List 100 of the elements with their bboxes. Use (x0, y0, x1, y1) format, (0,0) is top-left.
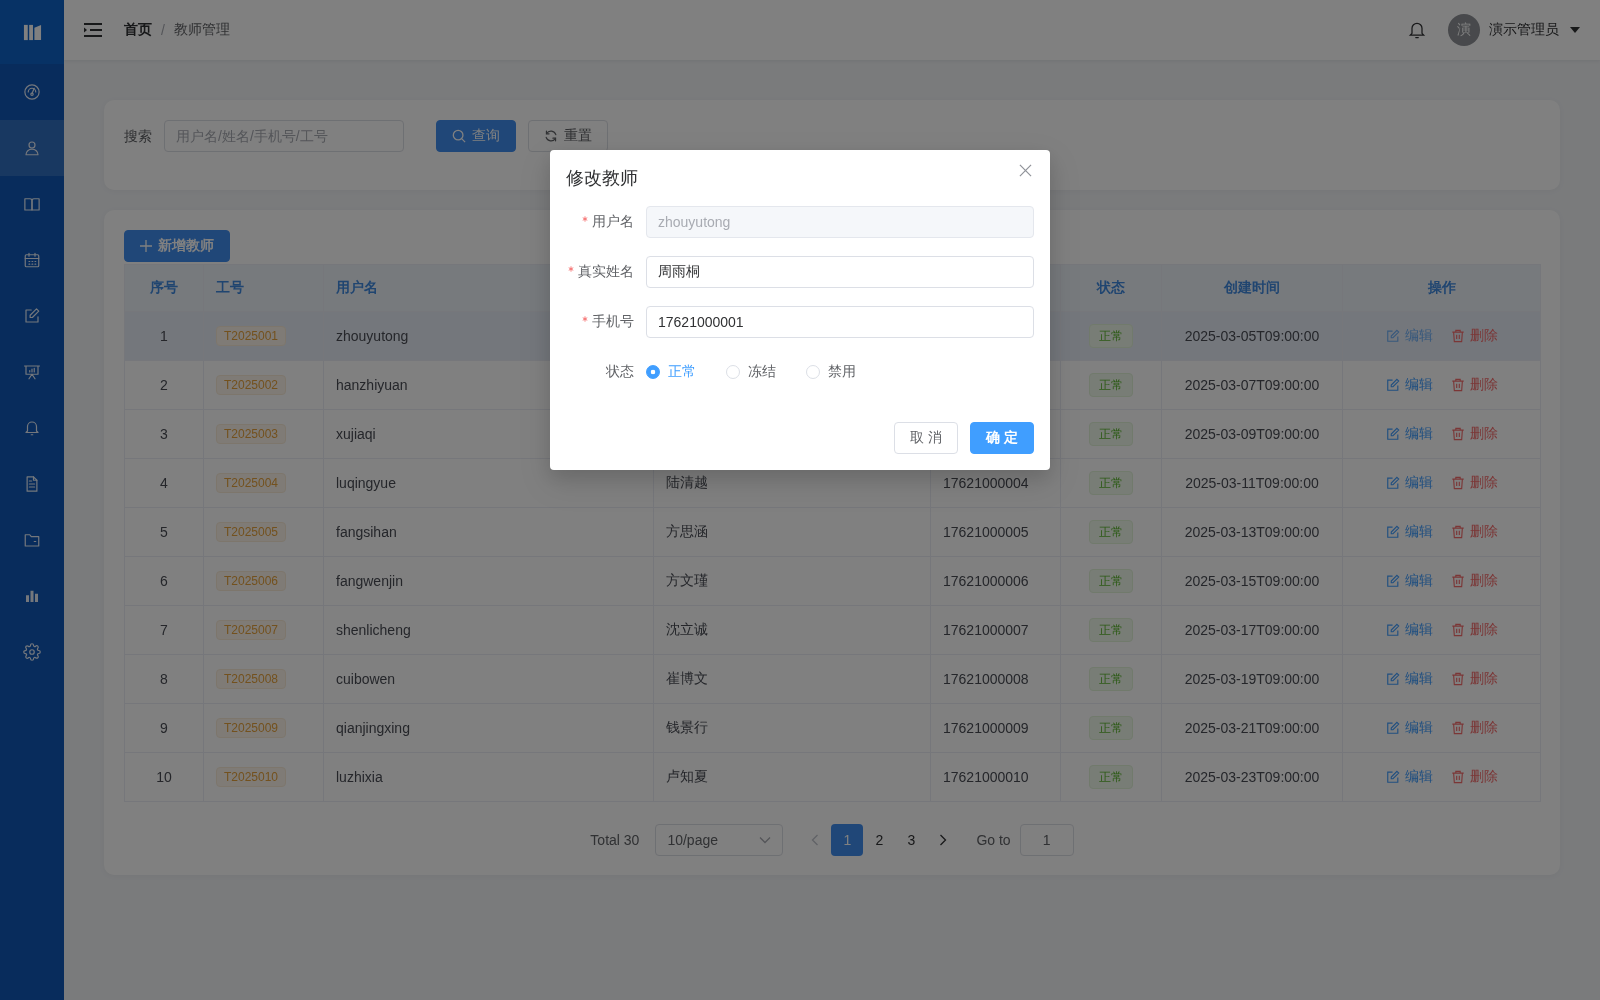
status-tag: 正常 (1089, 765, 1133, 789)
caret-down-icon[interactable] (1570, 27, 1580, 33)
search-icon (452, 129, 466, 143)
table-row[interactable]: 10 T2025010 luzhixia 卢知夏 17621000010 正常 2025-03-23T09:00:00 编辑 删除 (124, 752, 1541, 802)
created-time-text: 2025-03-23T09:00:00 (1161, 752, 1343, 802)
breadcrumb-item[interactable]: 首页 (124, 21, 152, 39)
close-button[interactable] (1019, 164, 1032, 177)
delete-button[interactable]: 删除 (1450, 425, 1498, 443)
employee-id-tag: T2025009 (216, 718, 287, 738)
status-tag: 正常 (1089, 471, 1133, 495)
field-label: 状态 (606, 363, 634, 381)
table-row[interactable]: 5 T2025005 fangsihan 方思涵 17621000005 正常 2025-03-13T09:00:00 编辑 删除 (124, 507, 1541, 557)
employee-id-tag: T2025004 (216, 473, 287, 493)
delete-button[interactable]: 删除 (1450, 376, 1498, 394)
edit-button[interactable]: 编辑 (1385, 719, 1433, 737)
trash-icon (1450, 672, 1465, 686)
radio-option[interactable]: 冻结 (726, 363, 776, 381)
real-name-text: 沈立诚 (653, 605, 931, 655)
status-tag: 正常 (1089, 716, 1133, 740)
created-time-text: 2025-03-15T09:00:00 (1161, 556, 1343, 606)
speedometer-icon (23, 83, 41, 101)
delete-button[interactable]: 删除 (1450, 572, 1498, 590)
delete-button[interactable]: 删除 (1450, 327, 1498, 345)
phone-number-text: 17621000009 (930, 703, 1061, 753)
field-label: 手机号 (592, 313, 634, 331)
page-button[interactable]: 2 (863, 824, 896, 856)
real-name-text: 方文瑾 (653, 556, 931, 606)
field-label: 真实姓名 (578, 263, 634, 281)
confirm-button[interactable]: 确 定 (970, 422, 1034, 454)
breadcrumb-separator: / (161, 22, 165, 38)
edit-button[interactable]: 编辑 (1385, 474, 1433, 492)
status-tag: 正常 (1089, 324, 1133, 348)
dialog-title: 修改教师 (566, 167, 638, 190)
edit-button[interactable]: 编辑 (1385, 572, 1433, 590)
edit-icon (23, 307, 41, 325)
status-tag: 正常 (1089, 373, 1133, 397)
notifications-button[interactable] (1407, 20, 1427, 40)
edit-button[interactable]: 编辑 (1385, 621, 1433, 639)
real-name-text: 卢知夏 (653, 752, 931, 802)
cancel-button[interactable]: 取 消 (894, 422, 959, 454)
edit-button[interactable]: 编辑 (1385, 425, 1433, 443)
trash-icon (1450, 574, 1465, 588)
trash-icon (1450, 427, 1465, 441)
edit-button[interactable]: 编辑 (1385, 523, 1433, 541)
close-icon (1019, 164, 1032, 177)
page-jump-field[interactable]: 1 (1019, 824, 1074, 856)
table-row[interactable]: 8 T2025008 cuibowen 崔博文 17621000008 正常 2025-03-19T09:00:00 编辑 删除 (124, 654, 1541, 704)
text-field[interactable]: 17621000001 (646, 306, 1034, 338)
row-number: 4 (124, 458, 204, 508)
text-field[interactable]: 周雨桐 (646, 256, 1034, 288)
calendar-icon (23, 251, 41, 269)
row-number: 3 (124, 409, 204, 459)
chevron-left-icon (811, 834, 820, 846)
edit-icon (1385, 721, 1400, 735)
add-teacher-button[interactable]: 新增教师 (124, 230, 230, 262)
delete-button[interactable]: 删除 (1450, 719, 1498, 737)
table-row[interactable]: 6 T2025006 fangwenjin 方文瑾 17621000006 正常 2025-03-15T09:00:00 编辑 删除 (124, 556, 1541, 606)
edit-button[interactable]: 编辑 (1385, 670, 1433, 688)
radio-option[interactable]: 禁用 (806, 363, 856, 381)
chevron-down-icon (759, 836, 772, 844)
phone-number-text: 17621000006 (930, 556, 1061, 606)
edit-button[interactable]: 编辑 (1385, 376, 1433, 394)
table-row[interactable]: 7 T2025007 shenlicheng 沈立诚 17621000007 正常 2025-03-17T09:00:00 编辑 删除 (124, 605, 1541, 655)
delete-button[interactable]: 删除 (1450, 621, 1498, 639)
sidebar-item[interactable] (0, 120, 64, 176)
employee-id-tag: T2025010 (216, 767, 287, 787)
delete-button[interactable]: 删除 (1450, 768, 1498, 786)
status-tag: 正常 (1089, 667, 1133, 691)
created-time-text: 2025-03-09T09:00:00 (1161, 409, 1343, 459)
delete-button[interactable]: 删除 (1450, 523, 1498, 541)
created-time-text: 2025-03-21T09:00:00 (1161, 703, 1343, 753)
table-row[interactable]: 4 T2025004 luqingyue 陆清越 17621000004 正常 2025-03-11T09:00:00 编辑 删除 (124, 458, 1541, 508)
search-button[interactable]: 查询 (436, 120, 516, 152)
delete-button[interactable]: 删除 (1450, 670, 1498, 688)
table-row[interactable]: 9 T2025009 qianjingxing 钱景行 17621000009 正常 2025-03-21T09:00:00 编辑 删除 (124, 703, 1541, 753)
trash-icon (1450, 378, 1465, 392)
edit-icon (1385, 476, 1400, 490)
created-time-text: 2025-03-19T09:00:00 (1161, 654, 1343, 704)
page-size-select[interactable]: 10/page (655, 824, 784, 856)
edit-icon (1385, 623, 1400, 637)
real-name-text: 钱景行 (653, 703, 931, 753)
username-text: fangwenjin (323, 556, 654, 606)
reset-button[interactable]: 重置 (528, 120, 608, 152)
page-button[interactable]: 3 (895, 824, 928, 856)
column-header: 状态 (1060, 264, 1162, 312)
status-tag: 正常 (1089, 569, 1133, 593)
chevron-right-icon (939, 834, 948, 846)
user-name[interactable]: 演示管理员 (1489, 21, 1559, 39)
created-time-text: 2025-03-17T09:00:00 (1161, 605, 1343, 655)
delete-button[interactable]: 删除 (1450, 474, 1498, 492)
page-button[interactable]: 1 (831, 824, 864, 856)
edit-button[interactable]: 编辑 (1385, 768, 1433, 786)
employee-id-tag: T2025008 (216, 669, 287, 689)
trash-icon (1450, 770, 1465, 784)
row-number: 9 (124, 703, 204, 753)
row-number: 2 (124, 360, 204, 410)
edit-button[interactable]: 编辑 (1385, 327, 1433, 345)
status-tag: 正常 (1089, 520, 1133, 544)
employee-id-tag: T2025003 (216, 424, 287, 444)
menu-button[interactable] (84, 23, 102, 37)
